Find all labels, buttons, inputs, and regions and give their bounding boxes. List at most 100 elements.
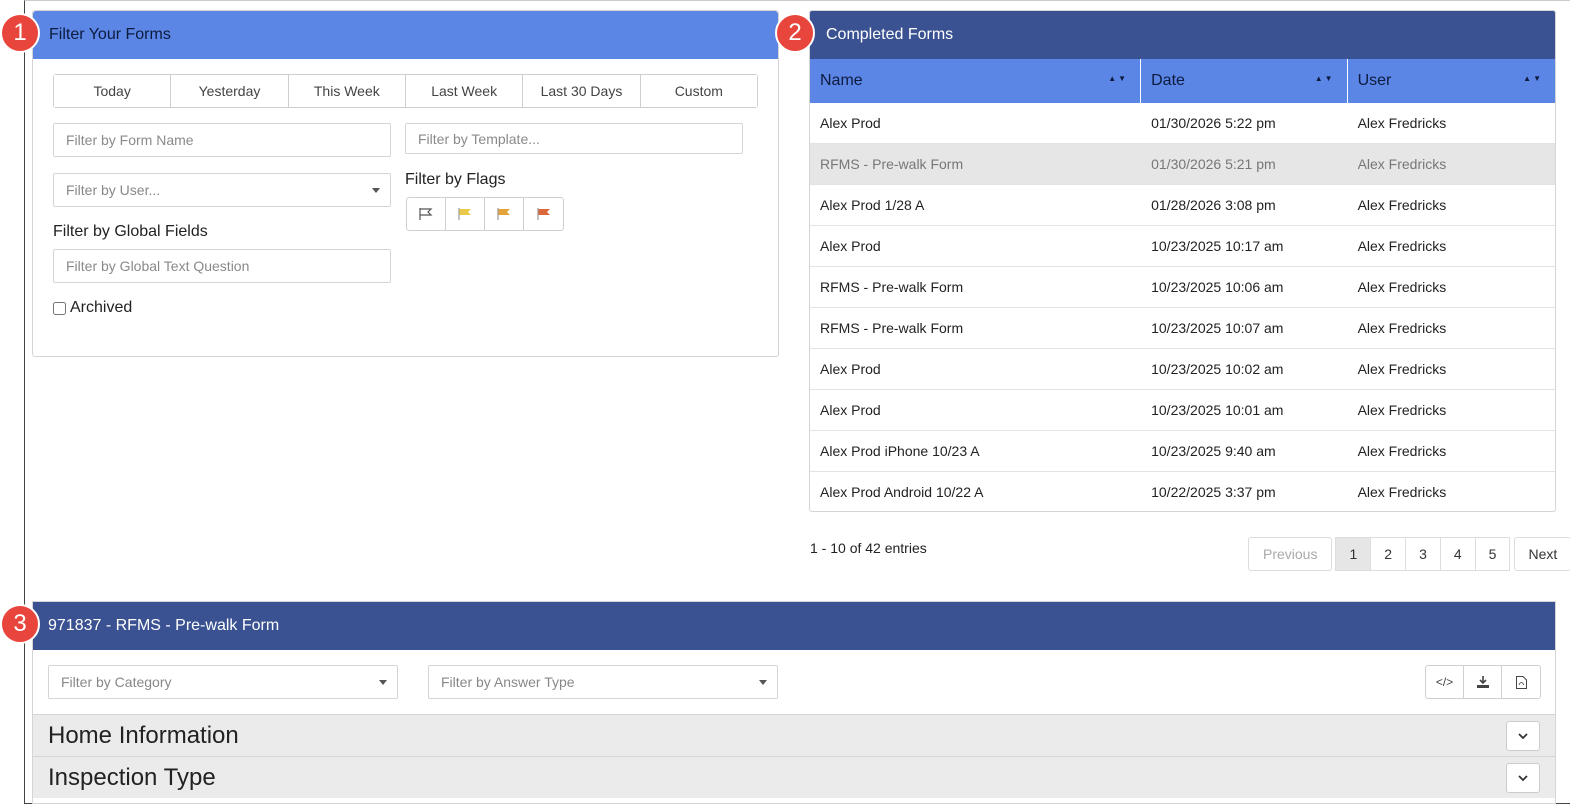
completed-forms-panel: Completed Forms Name ▲▼ Date ▲▼ User ▲▼ Ale… [809,10,1556,512]
sort-icon: ▲▼ [1314,74,1335,83]
user-filter-select[interactable]: Filter by User... [53,173,391,207]
form-detail-title: 971837 - RFMS - Pre-walk Form [33,602,1555,650]
cell-user: Alex Fredricks [1357,279,1447,295]
archived-checkbox[interactable] [53,301,66,315]
table-row[interactable]: Alex Prod 10/23/2025 10:17 am Alex Fredric… [810,226,1555,267]
cell-name: Alex Prod [820,115,881,131]
column-user-label: User [1357,72,1392,89]
cell-date: 10/23/2025 10:07 am [1151,320,1284,336]
form-name-filter-input[interactable] [53,123,391,157]
chevron-down-icon [379,680,387,685]
completed-forms-title: Completed Forms [810,11,1555,59]
filter-panel-title: Filter Your Forms [33,11,778,59]
flags-filter-label: Filter by Flags [405,171,506,188]
range-this-week-button[interactable]: This Week [288,75,406,107]
flag-red-icon[interactable] [524,198,563,230]
section-inspection-type[interactable]: Inspection Type [33,756,1555,798]
sort-icon: ▲▼ [1108,74,1129,83]
cell-user: Alex Fredricks [1357,484,1447,500]
archived-toggle[interactable]: Archived [53,299,132,317]
range-last-week-button[interactable]: Last Week [405,75,524,107]
table-row[interactable]: Alex Prod 10/23/2025 10:02 am Alex Fredric… [810,349,1555,390]
cell-name: Alex Prod Android 10/22 A [820,484,984,500]
cell-date: 10/23/2025 10:01 am [1151,402,1284,418]
chevron-down-icon[interactable] [1506,763,1540,793]
cell-date: 01/30/2026 5:21 pm [1151,156,1276,172]
cell-user: Alex Fredricks [1357,156,1447,172]
flag-orange-icon[interactable] [485,198,524,230]
cell-user: Alex Fredricks [1357,402,1447,418]
chevron-down-icon[interactable] [1506,721,1540,751]
cell-name: RFMS - Pre-walk Form [820,320,964,336]
column-date-header[interactable]: Date ▲▼ [1141,59,1348,103]
cell-date: 10/23/2025 10:17 am [1151,238,1284,254]
column-name-header[interactable]: Name ▲▼ [810,59,1142,103]
next-page-button[interactable]: Next [1514,537,1570,571]
column-date-label: Date [1151,72,1185,89]
answer-type-filter-select[interactable]: Filter by Answer Type [428,665,778,699]
cell-name: Alex Prod [820,238,881,254]
archived-label: Archived [70,299,133,316]
range-last-30-days-button[interactable]: Last 30 Days [523,75,641,107]
range-yesterday-button[interactable]: Yesterday [171,75,289,107]
global-text-filter-input[interactable] [53,249,391,283]
cell-name: Alex Prod [820,402,881,418]
table-row[interactable]: RFMS - Pre-walk Form 01/30/2026 5:21 pm Al… [810,144,1555,185]
cell-name: Alex Prod 1/28 A [820,197,925,213]
section-home-information[interactable]: Home Information [33,714,1555,756]
page-5-button[interactable]: 5 [1474,537,1511,571]
pagination: Previous 1 2 3 4 5 Next [1248,537,1570,571]
category-filter-placeholder: Filter by Category [61,674,172,690]
entries-count: 1 - 10 of 42 entries [810,540,927,556]
table-row[interactable]: RFMS - Pre-walk Form 10/23/2025 10:06 am A… [810,267,1555,308]
page-4-button[interactable]: 4 [1439,537,1476,571]
section-title: Home Information [48,721,239,749]
cell-name: Alex Prod iPhone 10/23 A [820,443,980,459]
table-body: Alex Prod 01/30/2026 5:22 pm Alex Fredrick… [810,103,1555,511]
range-today-button[interactable]: Today [54,75,172,107]
table-row[interactable]: Alex Prod iPhone 10/23 A 10/23/2025 9:40 … [810,431,1555,472]
cell-date: 10/23/2025 10:02 am [1151,361,1284,377]
page-2-button[interactable]: 2 [1370,537,1407,571]
category-filter-select[interactable]: Filter by Category [48,665,398,699]
flag-filter-buttons [406,197,564,231]
cell-user: Alex Fredricks [1357,361,1447,377]
table-row[interactable]: Alex Prod 1/28 A 01/28/2026 3:08 pm Alex F… [810,185,1555,226]
flag-outline-icon[interactable] [407,198,446,230]
section-title: Inspection Type [48,763,216,791]
download-icon[interactable] [1464,666,1502,698]
page-1-button[interactable]: 1 [1335,537,1372,571]
table-row[interactable]: Alex Prod 01/30/2026 5:22 pm Alex Fredrick… [810,103,1555,144]
table-row[interactable]: RFMS - Pre-walk Form 10/23/2025 10:07 am A… [810,308,1555,349]
previous-page-button[interactable]: Previous [1248,537,1333,571]
template-filter-input[interactable] [405,123,743,154]
pdf-icon[interactable] [1502,666,1540,698]
callout-badge-2: 2 [775,13,815,53]
column-user-header[interactable]: User ▲▼ [1348,59,1555,103]
cell-date: 01/28/2026 3:08 pm [1151,197,1276,213]
global-fields-label: Filter by Global Fields [53,223,208,240]
filter-panel: Filter Your Forms Today Yesterday This W… [32,10,779,357]
table-row[interactable]: Alex Prod 10/23/2025 10:01 am Alex Fredric… [810,390,1555,431]
cell-date: 10/23/2025 9:40 am [1151,443,1276,459]
export-toolbar: </> [1425,665,1541,699]
flag-yellow-icon[interactable] [446,198,485,230]
table-row[interactable]: Alex Prod Android 10/22 A 10/22/2025 3:37… [810,472,1555,511]
page-3-button[interactable]: 3 [1405,537,1441,571]
code-icon[interactable]: </> [1426,666,1464,698]
cell-user: Alex Fredricks [1357,197,1447,213]
date-range-buttons: Today Yesterday This Week Last Week Last… [53,74,758,108]
cell-name: Alex Prod [820,361,881,377]
cell-user: Alex Fredricks [1357,443,1447,459]
cell-date: 10/23/2025 10:06 am [1151,279,1284,295]
chevron-down-icon [759,680,767,685]
cell-name: RFMS - Pre-walk Form [820,279,964,295]
range-custom-button[interactable]: Custom [640,75,757,107]
column-name-label: Name [820,72,863,89]
chevron-down-icon [372,188,380,193]
sort-icon: ▲▼ [1523,74,1544,83]
cell-user: Alex Fredricks [1357,238,1447,254]
callout-badge-1: 1 [0,13,40,53]
answer-type-filter-placeholder: Filter by Answer Type [441,674,575,690]
form-detail-panel: 971837 - RFMS - Pre-walk Form Filter by … [32,601,1556,804]
